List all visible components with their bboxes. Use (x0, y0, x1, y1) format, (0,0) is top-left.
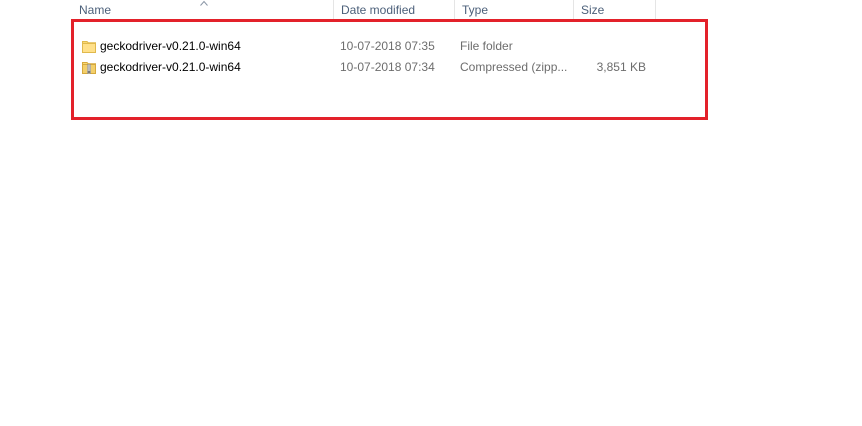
column-header-name[interactable]: Name (72, 0, 334, 20)
column-divider[interactable] (655, 0, 656, 20)
column-header-date-modified-label: Date modified (341, 3, 416, 17)
column-header-type-label: Type (462, 3, 489, 17)
column-header-type[interactable]: Type (455, 0, 574, 20)
column-header-name-label: Name (79, 3, 112, 17)
column-header-size[interactable]: Size (574, 0, 656, 20)
highlight-frame (71, 19, 708, 120)
column-header-row: Name Date modified Type Size (72, 0, 656, 20)
file-explorer-view: Name Date modified Type Size geckodriver… (0, 0, 862, 426)
chevron-up-icon (200, 0, 208, 6)
column-header-date-modified[interactable]: Date modified (334, 0, 455, 20)
column-header-size-label: Size (581, 3, 605, 17)
